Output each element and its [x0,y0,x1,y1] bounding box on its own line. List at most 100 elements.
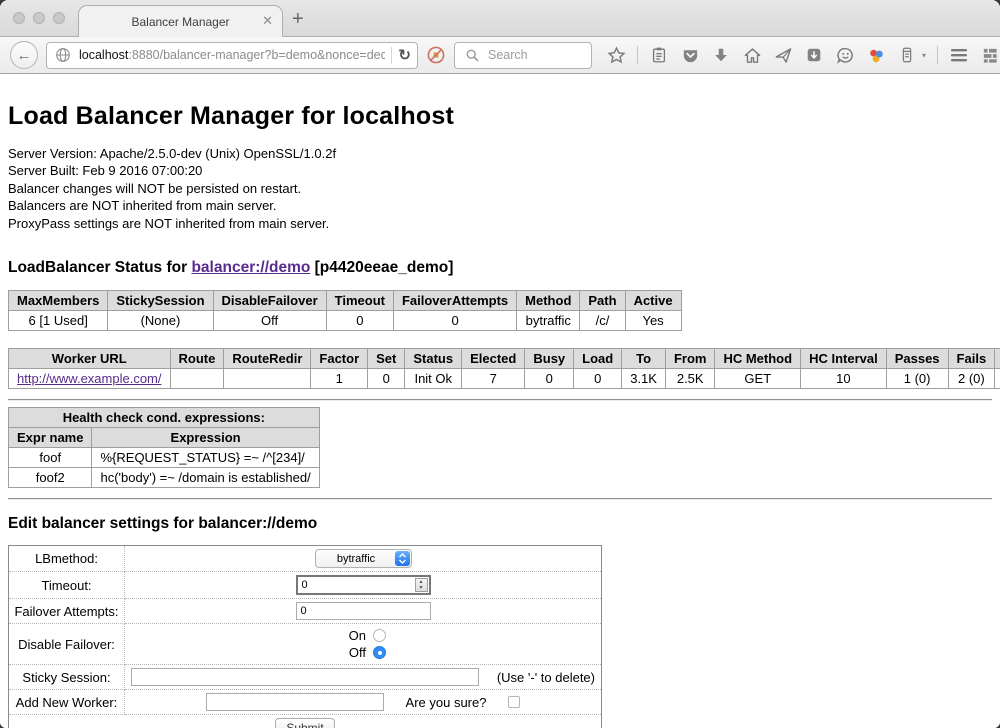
worker-data-row: http://www.example.com/ 1 0 Init Ok 7 0 … [9,369,1000,389]
cell-path: /c/ [580,311,625,331]
col-hc-uri: HC uri [995,349,1000,369]
worker-table: Worker URL Route RouteRedir Factor Set S… [8,348,1000,389]
back-button[interactable]: ← [10,41,38,69]
window-zoom-button[interactable] [53,12,65,24]
select-stepper-icon [395,551,410,566]
failover-attempts-row: Failover Attempts: [9,599,602,624]
add-worker-input[interactable] [206,693,384,711]
balancer-status-table: MaxMembers StickySession DisableFailover… [8,290,682,331]
col-set: Set [368,349,405,369]
failover-attempts-label: Failover Attempts: [9,599,125,624]
bookmark-star-icon[interactable] [606,45,626,65]
number-stepper-icon[interactable]: ▴▾ [415,578,428,592]
status-heading-suffix: [p4420eeae_demo] [310,259,453,276]
tab-close-icon[interactable]: ✕ [262,14,273,28]
url-text[interactable]: localhost:8880/balancer-manager?b=demo&n… [79,48,385,62]
globe-icon [53,45,73,65]
add-worker-row: Add New Worker: Are you sure? [9,690,602,715]
browser-window: Balancer Manager ✕ + ← localhost:8880/ba… [0,0,1000,728]
tab-title: Balancer Manager [131,15,229,29]
back-arrow-icon: ← [17,47,32,64]
worker-url-link[interactable]: http://www.example.com/ [17,371,162,386]
failover-off-label: Off [340,644,366,661]
hamburger-menu-icon[interactable] [949,45,969,65]
timeout-input[interactable]: 0 ▴▾ [296,575,431,595]
window-controls [13,12,65,24]
timeout-value: 0 [302,579,415,591]
healthcheck-header-row: Expr name Expression [9,428,320,448]
failover-on-label: On [340,627,366,644]
cell-expr-name-1: foof [9,448,92,468]
add-worker-label: Add New Worker: [9,690,125,715]
panel-arrow-icon[interactable] [804,45,824,65]
col-route: Route [170,349,224,369]
container-dropdown-caret[interactable]: ▾ [922,51,926,60]
window-close-button[interactable] [13,12,25,24]
lbmethod-select[interactable]: bytraffic [315,549,412,568]
worker-header-row: Worker URL Route RouteRedir Factor Set S… [9,349,1000,369]
healthcheck-table: Health check cond. expressions: Expr nam… [8,407,320,488]
proxypass-notice-line: ProxyPass settings are NOT inherited fro… [8,215,992,232]
failover-on-radio[interactable] [373,629,386,642]
status-heading: LoadBalancer Status for balancer://demo … [8,259,992,277]
inherit-notice-line: Balancers are NOT inherited from main se… [8,197,992,214]
failover-attempts-input[interactable] [296,602,431,620]
col-hc-method: HC Method [715,349,801,369]
are-you-sure-label: Are you sure? [406,695,487,710]
timeout-row: Timeout: 0 ▴▾ [9,572,602,599]
col-maxmembers: MaxMembers [9,291,108,311]
submit-button[interactable]: Submit [275,718,334,728]
cell-to: 3.1K [622,369,666,389]
send-icon[interactable] [773,45,793,65]
lbmethod-selected-value: bytraffic [337,553,375,565]
cell-method: bytraffic [517,311,580,331]
pocket-icon[interactable] [680,45,700,65]
urlbar-divider [391,47,392,64]
home-icon[interactable] [742,45,762,65]
window-minimize-button[interactable] [33,12,45,24]
col-elected: Elected [462,349,525,369]
col-failoverattempts: FailoverAttempts [393,291,516,311]
sticky-session-label: Sticky Session: [9,665,125,690]
toolbar-divider-2 [937,46,938,64]
tab-balancer-manager[interactable]: Balancer Manager ✕ [78,5,283,37]
divider-2 [8,498,992,500]
cell-timeout: 0 [326,311,393,331]
divider-1 [8,399,992,401]
search-placeholder: Search [488,48,528,62]
balancer-demo-link[interactable]: balancer://demo [191,259,310,276]
color-dots-icon[interactable] [866,45,886,65]
lbmethod-label: LBmethod: [9,546,125,572]
col-status: Status [405,349,462,369]
col-hc-interval: HC Interval [801,349,887,369]
chat-smiley-icon[interactable] [835,45,855,65]
tiles-icon[interactable] [980,45,1000,65]
are-you-sure-checkbox[interactable] [508,696,520,708]
download-icon[interactable] [711,45,731,65]
cell-maxmembers: 6 [1 Used] [9,311,108,331]
sticky-session-input[interactable] [131,668,479,686]
cell-stickysession: (None) [108,311,213,331]
cell-fails: 2 (0) [948,369,995,389]
persist-notice-line: Balancer changes will NOT be persisted o… [8,180,992,197]
url-bar[interactable]: localhost:8880/balancer-manager?b=demo&n… [46,42,418,69]
cell-routeredir [224,369,311,389]
cell-expr-name-2: foof2 [9,468,92,488]
col-load: Load [574,349,622,369]
healthcheck-title: Health check cond. expressions: [9,408,320,428]
cell-factor: 1 [311,369,368,389]
failover-on-option: On [129,627,597,644]
search-bar[interactable]: Search [454,42,592,69]
healthcheck-title-row: Health check cond. expressions: [9,408,320,428]
failover-off-radio[interactable] [373,646,386,659]
plugin-blocked-icon[interactable] [426,45,446,65]
new-tab-button[interactable]: + [292,8,304,30]
reload-icon[interactable]: ↻ [398,46,411,64]
reading-list-icon[interactable] [649,45,669,65]
cell-from: 2.5K [665,369,715,389]
server-built-line: Server Built: Feb 9 2016 07:00:20 [8,162,992,179]
cell-passes: 1 (0) [886,369,948,389]
search-icon [462,45,482,65]
cell-failoverattempts: 0 [393,311,516,331]
container-icon[interactable] [897,45,917,65]
